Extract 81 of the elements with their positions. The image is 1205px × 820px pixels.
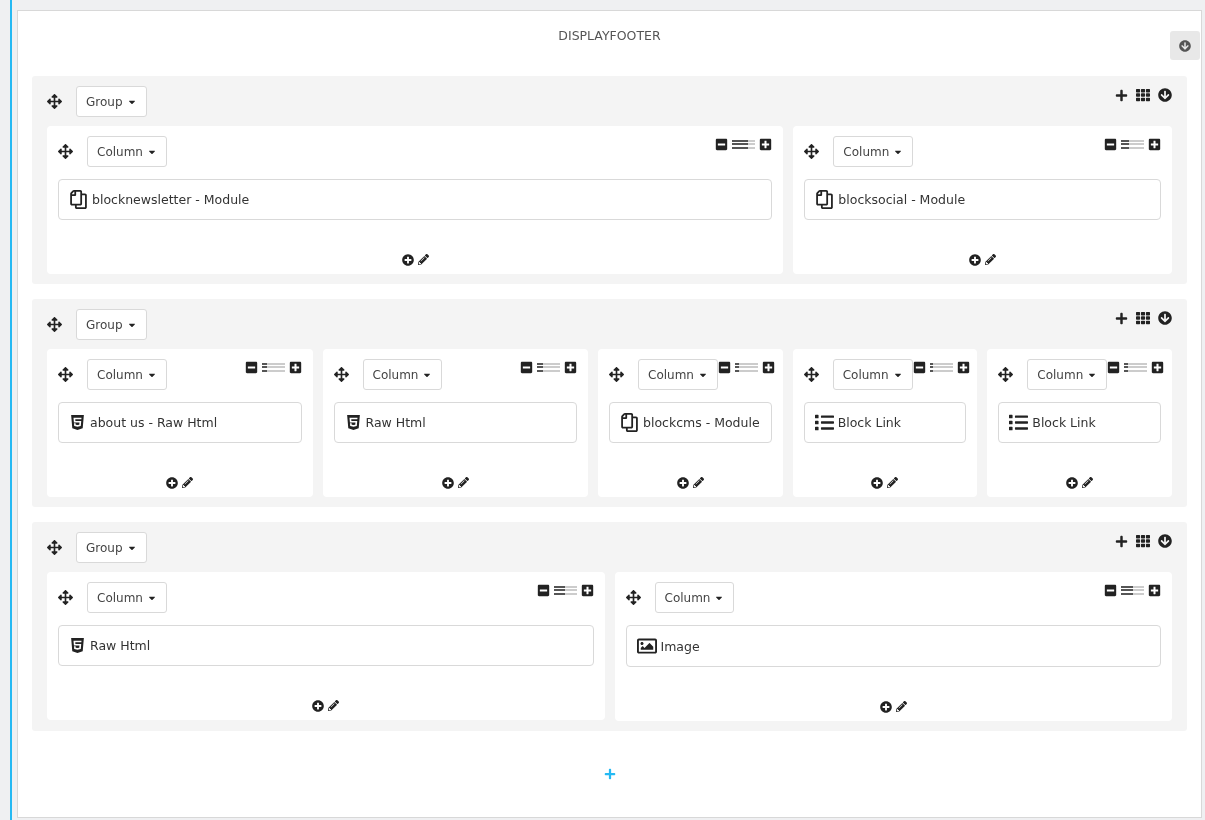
column-width-meter[interactable]: [734, 363, 758, 372]
move-icon[interactable]: [803, 367, 819, 382]
module-block[interactable]: blocksocial - Module: [804, 179, 1161, 220]
move-icon[interactable]: [47, 94, 62, 109]
plus-icon[interactable]: [1115, 311, 1128, 325]
move-icon[interactable]: [47, 317, 62, 332]
module-block[interactable]: Block Link: [998, 402, 1161, 443]
html5-icon: [69, 637, 86, 654]
move-icon[interactable]: [58, 144, 73, 159]
move-icon[interactable]: [625, 590, 641, 605]
column-width-meter[interactable]: [732, 140, 756, 149]
column-dropdown[interactable]: Column: [87, 359, 167, 390]
column-dropdown[interactable]: Column: [1027, 359, 1108, 390]
module-label: Raw Html: [365, 415, 426, 430]
group-dropdown[interactable]: Group: [76, 86, 147, 117]
move-icon[interactable]: [998, 367, 1014, 382]
pencil-icon[interactable]: [895, 701, 907, 713]
pencil-icon[interactable]: [328, 700, 340, 712]
plus-icon[interactable]: [1115, 534, 1128, 548]
arrow-circle-down-icon[interactable]: [1158, 534, 1172, 548]
column-dropdown[interactable]: Column: [87, 582, 167, 613]
html5-icon: [69, 414, 86, 431]
column-dropdown[interactable]: Column: [654, 582, 735, 613]
module-label: blocknewsletter - Module: [92, 192, 250, 207]
module-block[interactable]: blocknewsletter - Module: [58, 179, 773, 220]
pencil-icon[interactable]: [1082, 477, 1094, 489]
plus-icon[interactable]: [1115, 88, 1128, 102]
group-dropdown[interactable]: Group: [76, 532, 147, 563]
module-label: blocksocial - Module: [838, 192, 966, 207]
column-width-meter[interactable]: [1121, 586, 1144, 595]
move-icon[interactable]: [58, 367, 73, 382]
module-block[interactable]: Image: [625, 625, 1161, 667]
module-label: Block Link: [1032, 415, 1096, 430]
column-dropdown[interactable]: Column: [362, 359, 443, 390]
pencil-icon[interactable]: [457, 477, 469, 489]
list-icon: [814, 413, 834, 432]
column-dropdown[interactable]: Column: [832, 359, 913, 390]
column-width-meter[interactable]: [537, 363, 560, 372]
module-block[interactable]: Block Link: [803, 402, 967, 443]
column-dropdown[interactable]: Column: [87, 136, 167, 167]
module-label: blockcms - Module: [643, 415, 760, 430]
column-width-meter[interactable]: [261, 363, 285, 372]
move-icon[interactable]: [58, 590, 73, 605]
pencil-icon[interactable]: [417, 254, 429, 266]
module-label: about us - Raw Html: [90, 415, 218, 430]
move-icon[interactable]: [333, 367, 349, 382]
collapse-button[interactable]: [1170, 31, 1200, 60]
move-icon[interactable]: [804, 144, 820, 159]
module-block[interactable]: about us - Raw Html: [58, 402, 302, 443]
pencil-icon[interactable]: [985, 254, 997, 266]
column-width-meter[interactable]: [1121, 140, 1144, 149]
pencil-icon[interactable]: [692, 477, 704, 489]
grid-icon[interactable]: [1136, 311, 1150, 325]
module-block[interactable]: Raw Html: [58, 625, 594, 666]
list-icon: [1009, 413, 1029, 432]
column-width-meter[interactable]: [553, 586, 577, 595]
arrow-circle-down-icon[interactable]: [1158, 88, 1172, 102]
module-label: Block Link: [837, 415, 902, 430]
arrow-circle-down-icon: [1179, 39, 1191, 52]
move-icon[interactable]: [609, 367, 624, 382]
pencil-icon[interactable]: [182, 477, 194, 489]
column-width-meter[interactable]: [929, 363, 953, 372]
hook-title: DISPLAYFOOTER: [558, 28, 661, 43]
column-width-meter[interactable]: [1124, 363, 1148, 372]
module-label: Image: [660, 638, 700, 654]
html5-icon: [344, 414, 362, 431]
group-dropdown[interactable]: Group: [76, 309, 147, 340]
copy-icon: [815, 190, 835, 209]
grid-icon[interactable]: [1136, 88, 1150, 102]
column-dropdown[interactable]: Column: [638, 359, 718, 390]
module-block[interactable]: blockcms - Module: [609, 402, 772, 443]
module-label: Raw Html: [90, 638, 151, 653]
copy-icon: [69, 190, 88, 209]
move-icon[interactable]: [47, 540, 62, 555]
image-icon: [636, 636, 657, 656]
copy-icon: [620, 413, 639, 432]
arrow-circle-down-icon[interactable]: [1158, 311, 1172, 325]
module-block[interactable]: Raw Html: [333, 402, 577, 443]
column-dropdown[interactable]: Column: [833, 136, 914, 167]
pencil-icon[interactable]: [887, 477, 899, 489]
grid-icon[interactable]: [1136, 534, 1150, 548]
